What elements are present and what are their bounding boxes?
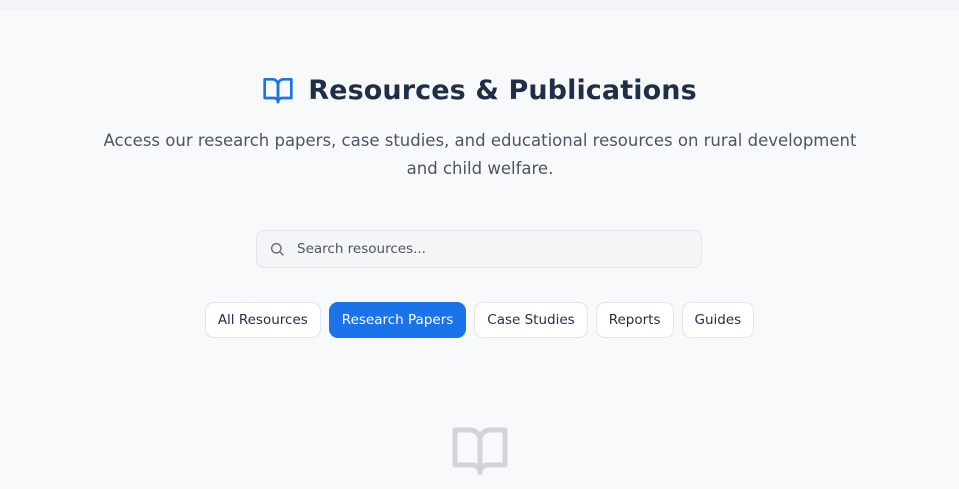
- page-title: Resources & Publications: [308, 74, 697, 106]
- filter-case-studies-button[interactable]: Case Studies: [474, 302, 588, 338]
- filter-reports-button[interactable]: Reports: [595, 302, 674, 338]
- search-box[interactable]: [256, 230, 702, 268]
- book-open-icon: [262, 74, 294, 106]
- search-input[interactable]: [297, 241, 677, 257]
- filter-bar: All Resources Research Papers Case Studi…: [0, 302, 959, 338]
- empty-state-book-icon: [449, 420, 511, 480]
- filter-guides-button[interactable]: Guides: [681, 302, 755, 338]
- search-icon: [269, 241, 285, 257]
- top-strip: [0, 0, 959, 10]
- page-subtitle: Access our research papers, case studies…: [103, 131, 857, 178]
- page-header: Resources & Publications: [0, 74, 959, 106]
- filter-research-papers-button[interactable]: Research Papers: [328, 302, 467, 338]
- filter-all-resources-button[interactable]: All Resources: [204, 302, 321, 338]
